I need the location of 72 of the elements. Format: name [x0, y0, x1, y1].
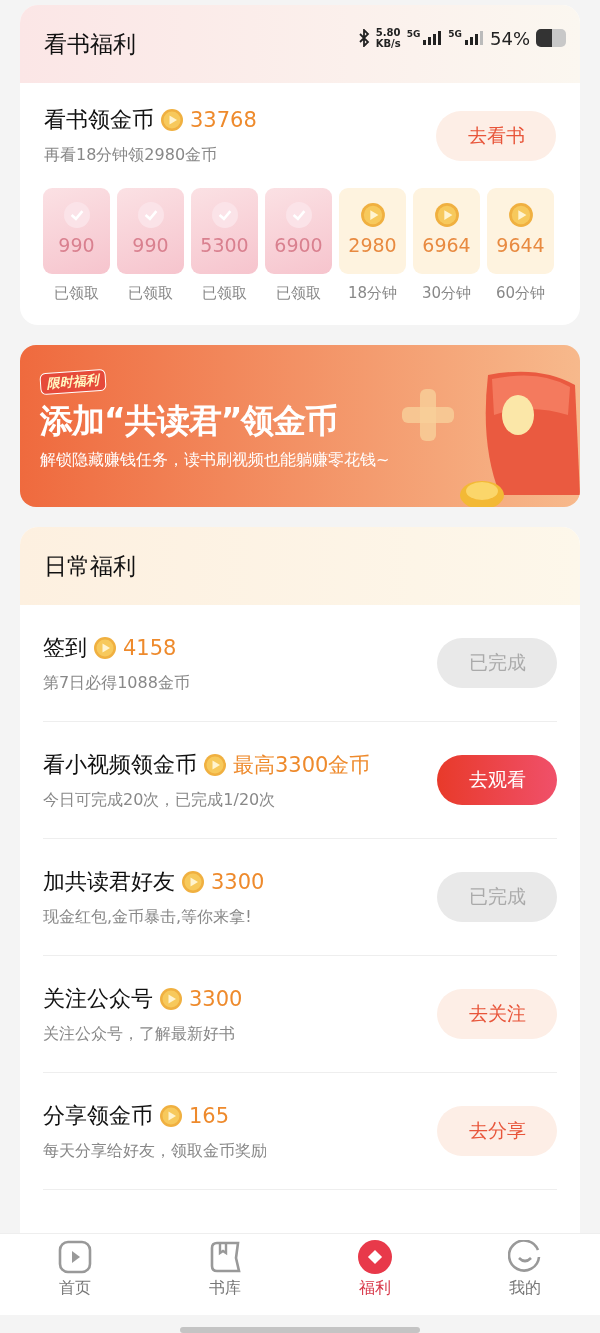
read-button[interactable]: 去看书	[436, 110, 556, 161]
coin-icon	[160, 108, 184, 132]
task-title: 看书领金币	[44, 106, 154, 134]
reward-label: 60分钟	[495, 284, 546, 303]
reward-label: 30分钟	[421, 284, 472, 303]
reward-amount: 6900	[274, 234, 323, 256]
play-icon	[58, 1240, 92, 1274]
coin-icon	[433, 202, 460, 228]
check-icon	[211, 202, 238, 228]
task-button[interactable]: 去分享	[437, 1106, 557, 1156]
coin-icon	[93, 635, 117, 660]
nav-tab[interactable]: 福利	[325, 1240, 425, 1315]
coin-reward: 3300	[211, 869, 265, 894]
section-title: 看书福利	[44, 29, 137, 59]
coin-icon	[159, 986, 183, 1011]
coin-icon	[181, 869, 205, 894]
task-title: 分享领金币	[43, 1101, 153, 1130]
task-button[interactable]: 去关注	[437, 989, 557, 1039]
task-title: 加共读君好友	[43, 867, 175, 896]
nav-tab[interactable]: 首页	[25, 1240, 125, 1315]
network-label: 5G	[406, 29, 421, 39]
bluetooth-icon	[357, 29, 370, 47]
reward-amount: 990	[132, 234, 169, 256]
smile-icon	[508, 1240, 542, 1274]
reward-amount: 2980	[348, 234, 397, 256]
promo-tag: 限时福利	[39, 368, 107, 396]
task-description: 现金红包,金币暴击,等你来拿!	[43, 906, 253, 928]
reward-amount: 6964	[422, 234, 471, 256]
signal-icon	[464, 31, 484, 45]
task-description: 今日可完成20次，已完成1/20次	[43, 789, 277, 811]
task-description: 关注公众号，了解最新好书	[43, 1023, 236, 1045]
reward-label: 18分钟	[347, 284, 398, 303]
coin-reward: 165	[189, 1103, 230, 1128]
signal-icon	[422, 31, 443, 45]
task-button[interactable]: 去观看	[437, 755, 557, 805]
banner-title: 添加“共读君”领金币	[40, 400, 338, 442]
check-icon	[137, 202, 164, 228]
task-button[interactable]: 已完成	[437, 872, 557, 922]
task-description: 第7日必得1088金币	[43, 672, 191, 694]
reward-amount: 5300	[200, 234, 249, 256]
coin-icon	[159, 1103, 183, 1128]
reward-label: 已领取	[276, 284, 321, 303]
reward-label: 已领取	[202, 284, 247, 303]
network-speed: 5.80 KB/s	[375, 27, 401, 49]
battery-percent: 54%	[490, 27, 530, 49]
task-title: 关注公众号	[43, 984, 153, 1013]
task-title: 看小视频领金币	[43, 750, 197, 779]
reward-label: 已领取	[54, 284, 99, 303]
nav-tab[interactable]: 我的	[475, 1240, 575, 1315]
task-hint: 再看18分钟领2980金币	[44, 145, 219, 166]
check-icon	[285, 202, 312, 228]
banner-subtitle: 解锁隐藏赚钱任务，读书刷视频也能躺赚零花钱~	[40, 450, 390, 471]
coin-reward: 最高3300金币	[233, 751, 371, 779]
promo-banner[interactable]: 限时福利 添加“共读君”领金币 解锁隐藏赚钱任务，读书刷视频也能躺赚零花钱~	[20, 345, 580, 507]
reward-amount: 9644	[496, 234, 545, 256]
coin-count: 33768	[190, 108, 257, 132]
task-description: 每天分享给好友，领取金币奖励	[43, 1140, 268, 1162]
book-icon	[208, 1240, 242, 1274]
coin-reward: 4158	[123, 635, 177, 660]
check-icon	[63, 202, 90, 228]
coin-icon	[203, 752, 227, 777]
battery-icon	[536, 29, 566, 47]
task-button[interactable]: 已完成	[437, 638, 557, 688]
reward-label: 已领取	[128, 284, 173, 303]
section-title: 日常福利	[44, 551, 137, 581]
network-label: 5G	[448, 29, 462, 39]
nav-tab[interactable]: 书库	[175, 1240, 275, 1315]
reward-amount: 990	[58, 234, 95, 256]
coin-icon	[507, 202, 534, 228]
coin-reward: 3300	[189, 986, 243, 1011]
task-title: 签到	[43, 633, 87, 662]
coin-icon	[359, 202, 386, 228]
